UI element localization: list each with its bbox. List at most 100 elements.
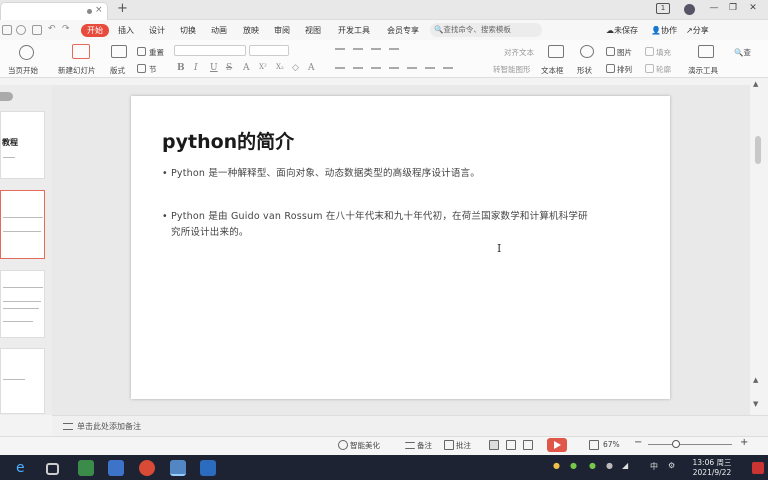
tray-icon-1[interactable]: ● <box>553 461 560 470</box>
notes-pane[interactable]: 单击此处添加备注 <box>52 415 768 436</box>
close-window-icon[interactable]: ✕ <box>746 3 760 13</box>
new-tab-icon[interactable]: + <box>117 2 128 16</box>
tray-icon-4[interactable]: ● <box>606 461 613 470</box>
clear-format-button[interactable]: ◇ <box>292 63 299 73</box>
align-text-button[interactable]: 对齐文本 <box>504 47 534 58</box>
zoom-out-button[interactable]: − <box>634 437 642 448</box>
comments-icon[interactable] <box>444 440 454 450</box>
tab-close-icon[interactable]: × <box>95 5 103 15</box>
tab-review[interactable]: 审阅 <box>274 24 290 37</box>
notes-toggle-button[interactable]: 备注 <box>417 440 432 451</box>
fill-icon[interactable] <box>645 47 654 56</box>
shape-icon[interactable] <box>580 45 594 58</box>
font-color-button[interactable]: A <box>243 63 250 73</box>
scroll-up-icon[interactable]: ▲ <box>753 80 758 88</box>
line-spacing-icon[interactable] <box>425 67 435 69</box>
comments-button[interactable]: 批注 <box>456 440 471 451</box>
beautify-button[interactable]: 智能美化 <box>350 440 380 451</box>
font-size-select[interactable] <box>249 45 289 56</box>
textbox-icon[interactable] <box>548 45 564 58</box>
notes-placeholder[interactable]: 单击此处添加备注 <box>77 421 141 432</box>
avatar[interactable] <box>684 4 695 15</box>
underline-button[interactable]: U <box>210 63 218 73</box>
next-slide-icon[interactable]: ▼ <box>753 400 758 408</box>
reset-icon[interactable] <box>137 47 146 56</box>
slide-thumbnail-2[interactable] <box>0 190 45 259</box>
tab-insert[interactable]: 插入 <box>118 24 134 37</box>
collaborate-button[interactable]: 👤协作 <box>651 24 677 37</box>
search-input[interactable]: 🔍查找命令、搜索模板 <box>430 23 542 37</box>
current-slide[interactable]: python的简介 • Python 是一种解释型、面向对象、动态数据类型的高级… <box>131 96 670 399</box>
normal-view-icon[interactable] <box>489 440 499 450</box>
align-right-icon[interactable] <box>371 67 381 69</box>
tab-design[interactable]: 设计 <box>149 24 165 37</box>
beautify-icon[interactable] <box>338 440 348 450</box>
tab-member[interactable]: 会员专享 <box>387 24 419 37</box>
font-name-select[interactable] <box>174 45 246 56</box>
slide-thumbnail-1[interactable]: 教程 <box>0 111 45 179</box>
print-icon[interactable] <box>32 25 42 35</box>
strikethrough-button[interactable]: S <box>226 63 232 73</box>
redo-icon[interactable]: ↷ <box>62 25 72 35</box>
app-icon-blue[interactable] <box>108 460 124 476</box>
share-button[interactable]: ↗分享 <box>686 24 709 37</box>
start-slideshow-button[interactable] <box>547 438 567 452</box>
reading-view-icon[interactable] <box>523 440 533 450</box>
tray-icon-3[interactable]: ● <box>589 461 596 470</box>
save-icon[interactable] <box>16 25 26 35</box>
play-icon[interactable] <box>19 45 34 60</box>
outline-icon[interactable] <box>645 64 654 73</box>
app-icon-wave[interactable] <box>200 460 216 476</box>
slide-title[interactable]: python的简介 <box>162 127 294 154</box>
new-slide-icon[interactable] <box>72 44 90 59</box>
store-icon[interactable] <box>46 463 59 475</box>
vertical-scrollbar[interactable]: ▲ ▲ ▼ <box>750 78 768 415</box>
tab-transition[interactable]: 切换 <box>180 24 196 37</box>
fill-button[interactable]: 填充 <box>656 47 671 58</box>
tray-icon-2[interactable]: ● <box>570 461 577 470</box>
textbox-button[interactable]: 文本框 <box>541 65 564 76</box>
layout-icon[interactable] <box>111 45 127 58</box>
tab-animation[interactable]: 动画 <box>211 24 227 37</box>
highlight-button[interactable]: A <box>308 63 315 73</box>
numbered-list-icon[interactable] <box>353 48 363 50</box>
outline-button[interactable]: 轮廓 <box>656 64 671 75</box>
section-button[interactable]: 节 <box>149 64 157 75</box>
italic-button[interactable]: I <box>194 63 198 73</box>
bullet-item-1[interactable]: • Python 是一种解释型、面向对象、动态数据类型的高级程序设计语言。 <box>162 166 480 182</box>
play-from-current-button[interactable]: 当页开始 <box>8 65 38 76</box>
slide-thumbnail-3[interactable] <box>0 270 45 338</box>
minimize-icon[interactable]: — <box>707 3 721 13</box>
network-icon[interactable]: ◢ <box>622 461 628 470</box>
shape-button[interactable]: 形状 <box>577 65 592 76</box>
tab-developer[interactable]: 开发工具 <box>338 24 370 37</box>
unsaved-button[interactable]: ☁未保存 <box>606 24 638 37</box>
arrange-icon[interactable] <box>606 64 615 73</box>
edge-browser-icon[interactable]: e <box>16 460 32 476</box>
distribute-icon[interactable] <box>407 67 417 69</box>
tab-slideshow[interactable]: 放映 <box>243 24 259 37</box>
document-tab[interactable]: × <box>0 2 108 20</box>
app-icon-green[interactable] <box>78 460 94 476</box>
columns-icon[interactable] <box>443 67 453 69</box>
bullet-item-2[interactable]: • Python 是由 Guido van Rossum 在八十年代末和九十年代… <box>162 209 588 241</box>
zoom-slider-handle[interactable] <box>672 440 680 448</box>
notes-toggle-icon[interactable] <box>405 442 415 449</box>
scroll-thumb[interactable] <box>755 136 761 164</box>
layout-button[interactable]: 版式 <box>110 65 125 76</box>
reset-button[interactable]: 重置 <box>149 47 164 58</box>
fit-window-icon[interactable] <box>589 440 599 450</box>
prev-slide-icon[interactable]: ▲ <box>753 376 758 384</box>
align-center-icon[interactable] <box>353 67 363 69</box>
zoom-in-button[interactable]: + <box>740 437 748 448</box>
tab-home[interactable]: 开始 <box>81 24 109 37</box>
find-button[interactable]: 🔍查 <box>734 47 751 58</box>
notification-icon[interactable] <box>752 462 764 474</box>
picture-icon[interactable] <box>606 47 615 56</box>
menu-icon[interactable] <box>2 25 12 35</box>
section-icon[interactable] <box>137 64 146 73</box>
align-left-icon[interactable] <box>335 67 345 69</box>
clock[interactable]: 13:06 周三 2021/9/22 <box>690 458 734 478</box>
slide-sorter-icon[interactable] <box>506 440 516 450</box>
superscript-button[interactable]: X² <box>259 63 267 71</box>
